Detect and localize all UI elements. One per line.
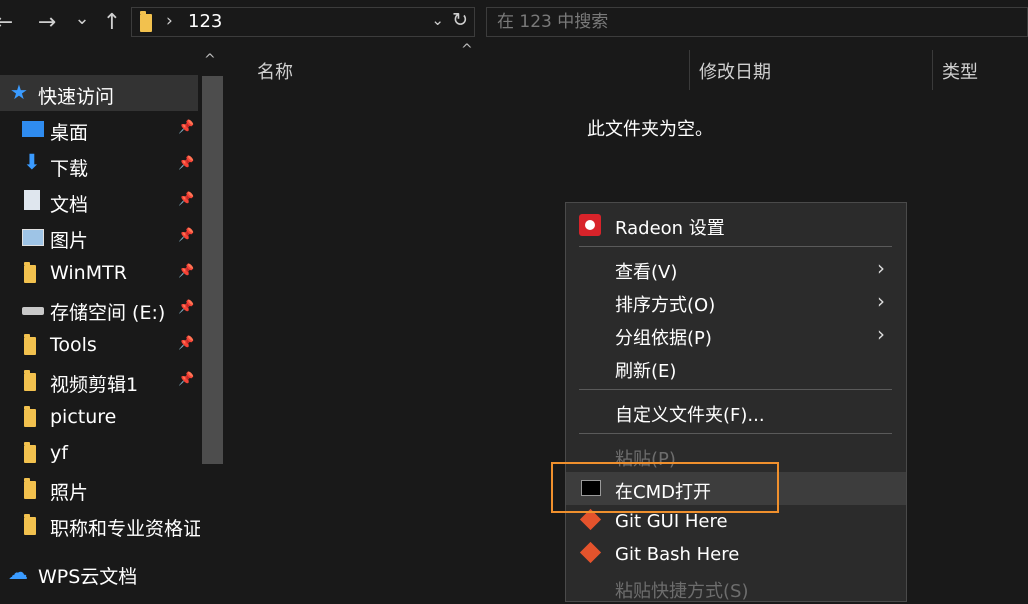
sidebar-item-pictures[interactable]: 图片 📌 [0, 219, 198, 255]
sidebar-item-label: 照片 [50, 482, 89, 504]
sidebar-item-video-edit[interactable]: 视频剪辑1 📌 [0, 363, 198, 399]
menu-item-radeon-settings[interactable]: Radeon 设置 [566, 208, 906, 241]
folder-icon [140, 11, 152, 32]
breadcrumb-chevron-icon[interactable]: › [166, 11, 173, 31]
breadcrumb-path[interactable]: 123 [188, 11, 222, 32]
folder-icon [24, 262, 36, 283]
cloud-icon: ☁ [8, 560, 28, 584]
menu-item-refresh[interactable]: 刷新(E) [566, 351, 906, 384]
pin-icon[interactable]: 📌 [178, 192, 194, 207]
column-header-modified[interactable]: 修改日期 [699, 58, 771, 84]
drive-icon [22, 307, 44, 315]
menu-item-customize-folder[interactable]: 自定义文件夹(F)... [566, 395, 906, 428]
sidebar-item-picture[interactable]: picture [0, 399, 198, 435]
folder-icon [24, 334, 36, 355]
menu-item-label: 分组依据(P) [615, 328, 712, 349]
column-divider[interactable] [689, 50, 690, 90]
picture-icon [22, 229, 44, 246]
sidebar-item-label: yf [50, 442, 68, 464]
submenu-arrow-icon: › [877, 289, 885, 313]
desktop-icon [22, 121, 44, 137]
menu-item-label: 刷新(E) [615, 361, 677, 382]
sidebar-item-label: 快速访问 [38, 86, 115, 108]
sidebar-item-tools[interactable]: Tools 📌 [0, 327, 198, 363]
download-icon: ⬇ [23, 150, 41, 174]
pin-icon[interactable]: 📌 [178, 264, 194, 279]
submenu-arrow-icon: › [877, 322, 885, 346]
column-divider[interactable] [932, 50, 933, 90]
menu-item-group-by[interactable]: 分组依据(P) › [566, 318, 906, 351]
menu-item-label: 自定义文件夹(F)... [615, 405, 765, 426]
sidebar-item-label: 下载 [50, 158, 89, 180]
sidebar-item-desktop[interactable]: 桌面 📌 [0, 111, 198, 147]
folder-icon [24, 442, 36, 463]
radeon-icon [579, 214, 601, 236]
menu-item-label: Git Bash Here [615, 544, 740, 565]
menu-item-paste-shortcut: 粘贴快捷方式(S) [566, 571, 906, 604]
sidebar-item-label: WinMTR [50, 262, 127, 284]
menu-item-label: Git GUI Here [615, 511, 728, 532]
menu-item-label: 查看(V) [615, 262, 678, 283]
column-header-name[interactable]: 名称 [257, 58, 293, 84]
sidebar-item-photos[interactable]: 照片 [0, 471, 198, 507]
menu-item-label: 排序方式(O) [615, 295, 716, 316]
pin-icon[interactable]: 📌 [178, 372, 194, 387]
sidebar-item-label: 存储空间 (E:) [50, 302, 166, 324]
pin-icon[interactable]: 📌 [178, 300, 194, 315]
folder-icon [24, 406, 36, 427]
sort-ascending-icon: ^ [461, 42, 473, 58]
submenu-arrow-icon: › [877, 256, 885, 280]
sidebar-item-documents[interactable]: 文档 📌 [0, 183, 198, 219]
sidebar-item-downloads[interactable]: ⬇ 下载 📌 [0, 147, 198, 183]
star-icon: ★ [10, 80, 28, 104]
menu-item-view[interactable]: 查看(V) › [566, 252, 906, 285]
sidebar-item-label: Tools [50, 334, 97, 356]
context-menu: Radeon 设置 查看(V) › 排序方式(O) › 分组依据(P) › 刷新… [565, 202, 907, 602]
sidebar-item-label: WPS云文档 [38, 566, 138, 588]
folder-icon [24, 478, 36, 499]
sidebar-scrollbar-thumb[interactable] [202, 76, 223, 464]
sidebar-item-label: 文档 [50, 194, 89, 216]
empty-folder-message: 此文件夹为空。 [587, 119, 713, 140]
sidebar-item-quick-access[interactable]: ★ 快速访问 [0, 75, 198, 111]
menu-item-git-bash[interactable]: Git Bash Here [566, 538, 906, 571]
back-icon[interactable]: ← [0, 8, 14, 38]
forward-icon[interactable]: → [34, 8, 60, 38]
search-input[interactable] [487, 8, 1027, 36]
sidebar-item-winmtr[interactable]: WinMTR 📌 [0, 255, 198, 291]
folder-icon [24, 370, 36, 391]
refresh-icon[interactable]: ↻ [452, 9, 468, 31]
highlight-annotation-box [551, 462, 779, 513]
menu-separator [579, 433, 892, 434]
pin-icon[interactable]: 📌 [178, 228, 194, 243]
scroll-up-icon[interactable]: ^ [204, 52, 216, 68]
recent-locations-icon[interactable]: ⌄ [72, 4, 92, 34]
search-box[interactable] [486, 7, 1028, 37]
sidebar-item-label: 图片 [50, 230, 89, 252]
sidebar-item-label: picture [50, 406, 117, 428]
menu-separator [579, 246, 892, 247]
sidebar-item-label: 职称和专业资格证书 [50, 518, 200, 540]
pin-icon[interactable]: 📌 [178, 120, 194, 135]
menu-item-sort-by[interactable]: 排序方式(O) › [566, 285, 906, 318]
menu-item-label: 粘贴快捷方式(S) [615, 581, 749, 602]
sidebar-item-label: 视频剪辑1 [50, 374, 139, 396]
up-icon[interactable]: ↑ [100, 8, 124, 38]
address-bar[interactable]: › 123 ⌄ ↻ [131, 7, 475, 37]
chevron-down-icon[interactable]: ⌄ [431, 11, 444, 29]
menu-separator [579, 389, 892, 390]
menu-item-label: Radeon 设置 [615, 218, 725, 239]
sidebar-item-yf[interactable]: yf [0, 435, 198, 471]
pin-icon[interactable]: 📌 [178, 336, 194, 351]
column-header-type[interactable]: 类型 [942, 58, 978, 84]
document-icon [24, 190, 40, 210]
git-icon [579, 541, 602, 564]
sidebar-item-wps-cloud[interactable]: ☁ WPS云文档 [0, 555, 198, 591]
sidebar-item-certificates[interactable]: 职称和专业资格证书 [0, 507, 200, 543]
sidebar-item-label: 桌面 [50, 122, 89, 144]
pin-icon[interactable]: 📌 [178, 156, 194, 171]
sidebar-item-drive-e[interactable]: 存储空间 (E:) 📌 [0, 291, 198, 327]
folder-icon [24, 514, 36, 535]
